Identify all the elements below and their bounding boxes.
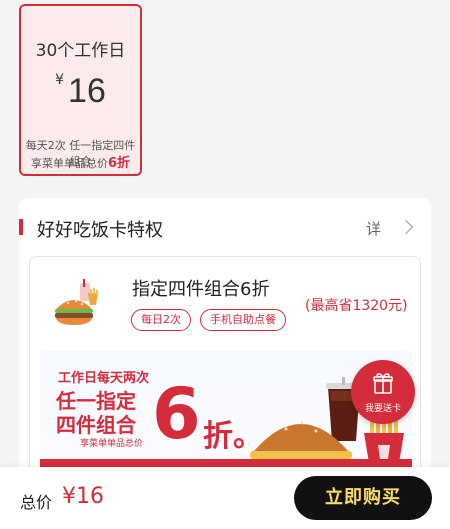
gift-card-button[interactable]: 我要送卡 (351, 360, 415, 424)
banner-line3: 四件组合 (56, 413, 136, 437)
plan-card[interactable]: 30个工作日 ¥16 每天2次 任一指定四件组合 享菜单单品总价6折 (19, 4, 142, 176)
offer-title: 指定四件组合6折 (132, 279, 270, 300)
tag-self-order: 手机自助点餐 (200, 309, 286, 331)
offer-save-text: (最高省1320元) (305, 298, 408, 314)
gift-icon (373, 373, 393, 394)
privilege-title: 好好吃饭卡特权 (37, 220, 163, 241)
burger-meal-icon (55, 279, 98, 325)
plan-desc-line2-highlight: 6折 (107, 156, 131, 171)
tag-daily-twice: 每日2次 (131, 309, 191, 331)
total-label: 总价 (20, 493, 53, 512)
plan-price: ¥16 (21, 72, 140, 111)
banner-big-number: 6 (152, 373, 201, 455)
plan-desc-line2: 享菜单单品总价6折 (21, 152, 140, 171)
privilege-detail-link[interactable]: 详 (366, 218, 381, 239)
plan-price-value: 16 (68, 72, 106, 110)
total-value: ¥16 (62, 484, 104, 509)
bottom-bar: 总价 ¥16 立即购买 (0, 467, 450, 529)
chevron-right-icon[interactable] (398, 219, 414, 235)
section-marker (19, 219, 23, 235)
plan-title: 30个工作日 (35, 41, 126, 61)
buy-now-button[interactable]: 立即购买 (294, 476, 432, 520)
plan-currency: ¥ (55, 72, 65, 88)
banner-line4: 享菜单单品总价 (80, 439, 144, 449)
banner-line1: 工作日每天两次 (58, 371, 150, 386)
plan-desc-line2-prefix: 享菜单单品总价 (30, 157, 108, 170)
gift-card-label: 我要送卡 (364, 404, 401, 414)
